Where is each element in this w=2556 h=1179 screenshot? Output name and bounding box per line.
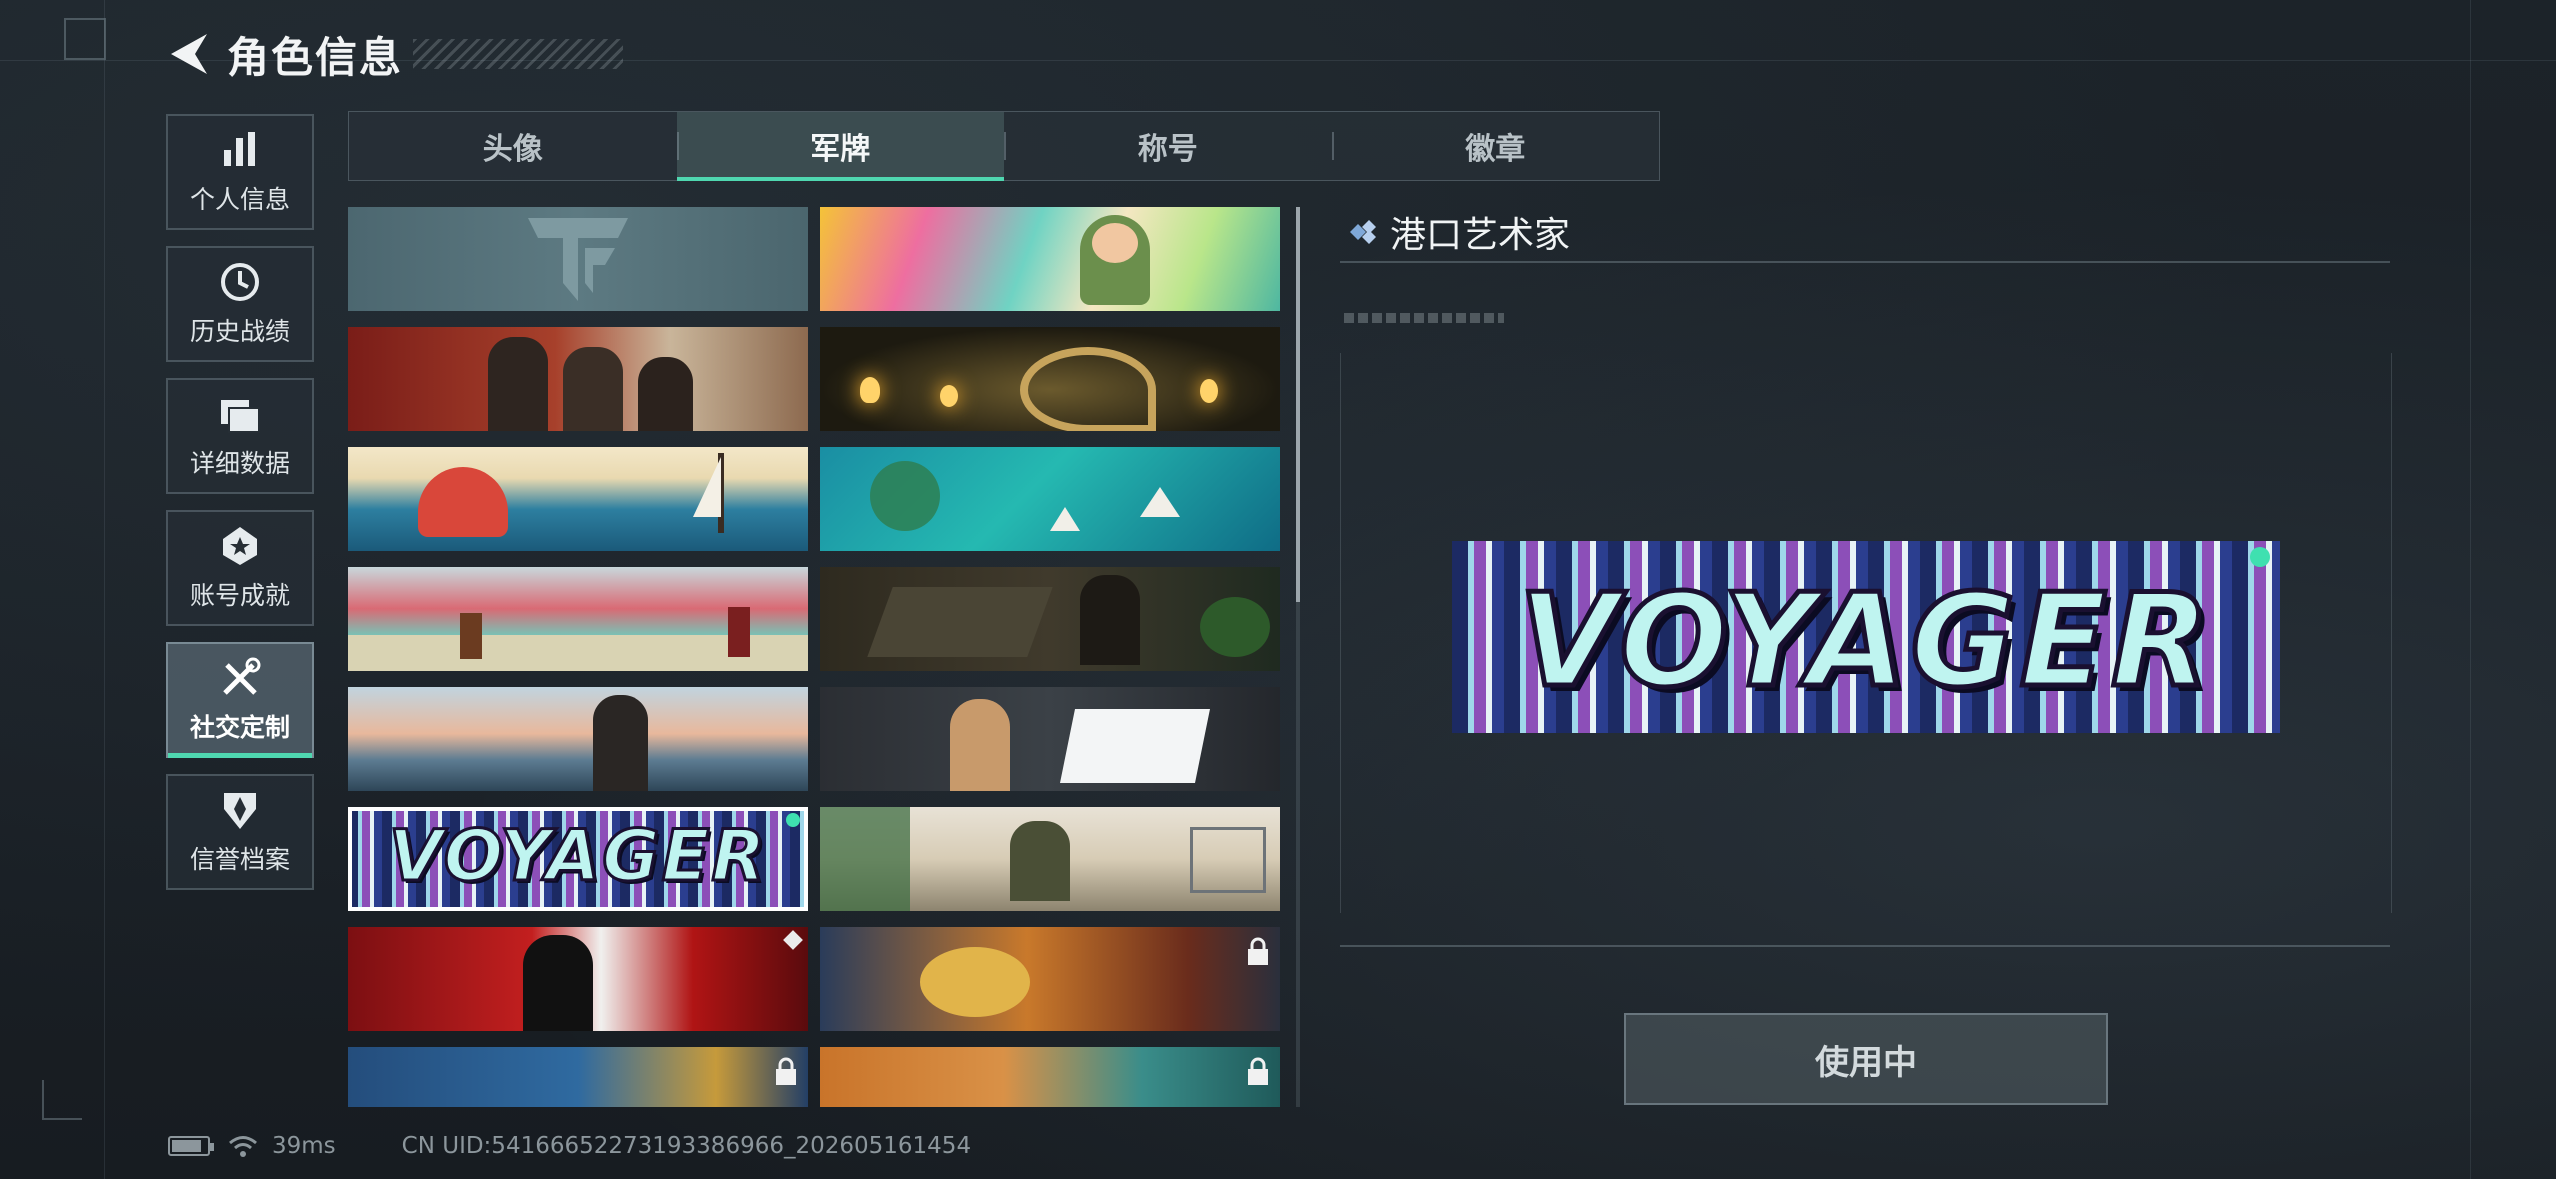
dogtag-list[interactable]: VOYAGER bbox=[348, 207, 1288, 1107]
uid-text: CN UID:5416665227319338696​6_20260516145… bbox=[401, 1133, 972, 1159]
diamond-icon bbox=[1350, 220, 1376, 244]
back-button[interactable] bbox=[165, 27, 213, 81]
dogtag-card[interactable] bbox=[348, 1047, 808, 1107]
wifi-icon bbox=[229, 1136, 257, 1157]
tools-icon bbox=[218, 656, 262, 700]
sidebar-item-achievements[interactable]: 账号成就 bbox=[166, 510, 314, 626]
dogtag-card[interactable] bbox=[820, 567, 1280, 671]
dogtag-preview: VOYAGER bbox=[1452, 541, 2280, 733]
folder-icon bbox=[218, 392, 262, 436]
corner-gem-icon bbox=[786, 813, 800, 827]
grid-line-left bbox=[104, 0, 105, 1179]
sidebar-item-label: 信誉档案 bbox=[189, 845, 290, 874]
dogtag-name: 港口艺术家 bbox=[1390, 215, 1571, 256]
bar-chart-icon bbox=[218, 128, 262, 172]
dogtag-card[interactable] bbox=[820, 207, 1280, 311]
title-decoration bbox=[413, 39, 624, 69]
decorative-code bbox=[1344, 313, 1504, 323]
page-header: 角色信息 bbox=[165, 24, 624, 84]
tab-title[interactable]: 称号 bbox=[1004, 112, 1332, 180]
dogtag-card[interactable] bbox=[348, 207, 808, 311]
grid-line-right bbox=[2470, 0, 2471, 1179]
dogtag-card[interactable] bbox=[820, 687, 1280, 791]
sidebar: 个人信息 历史战绩 详细数据 账号成就 社交定制 信誉档案 bbox=[166, 114, 316, 906]
sidebar-item-reputation[interactable]: 信誉档案 bbox=[166, 774, 314, 890]
lock-icon bbox=[1248, 937, 1268, 965]
title-divider bbox=[1340, 261, 2390, 263]
sidebar-item-label: 个人信息 bbox=[189, 185, 290, 214]
dogtag-card[interactable] bbox=[820, 807, 1280, 911]
corner-gem-icon bbox=[783, 930, 803, 950]
dogtag-card-selected[interactable]: VOYAGER bbox=[348, 807, 808, 911]
lock-icon bbox=[1248, 1057, 1268, 1085]
tab-badge[interactable]: 徽章 bbox=[1331, 112, 1660, 180]
dogtag-card[interactable] bbox=[348, 327, 808, 431]
detail-title-row: 港口艺术家 bbox=[1340, 205, 2390, 259]
status-bar: 39ms CN UID:5416665227319338696​6_202605… bbox=[168, 1126, 971, 1166]
dogtag-card[interactable] bbox=[348, 567, 808, 671]
tab-bar: 头像 军牌 称号 徽章 bbox=[348, 111, 1660, 181]
sidebar-item-label: 社交定制 bbox=[189, 713, 290, 742]
sidebar-item-history[interactable]: 历史战绩 bbox=[166, 246, 314, 362]
sidebar-item-social-custom[interactable]: 社交定制 bbox=[166, 642, 314, 758]
detail-panel: 港口艺术家 VOYAGER bbox=[1340, 205, 2392, 965]
preview-frame-divider bbox=[1340, 945, 2390, 947]
dogtag-card[interactable] bbox=[820, 927, 1280, 1031]
voyager-wordmark: VOYAGER bbox=[387, 814, 768, 899]
dogtag-card[interactable] bbox=[348, 927, 808, 1031]
sidebar-item-detailed-data[interactable]: 详细数据 bbox=[166, 378, 314, 494]
tab-dogtag[interactable]: 军牌 bbox=[676, 112, 1004, 181]
in-use-button[interactable]: 使用中 bbox=[1624, 1013, 2108, 1105]
achievement-icon bbox=[218, 524, 262, 568]
page-title: 角色信息 bbox=[227, 32, 404, 82]
shield-icon bbox=[218, 788, 262, 832]
corner-mark-top-left bbox=[64, 18, 106, 60]
screen: 角色信息 个人信息 历史战绩 详细数据 账号成就 社交定制 信誉档案 头像 军牌… bbox=[0, 0, 2556, 1179]
dogtag-card[interactable] bbox=[820, 1047, 1280, 1107]
dogtag-grid: VOYAGER bbox=[348, 207, 1288, 1107]
sidebar-item-label: 历史战绩 bbox=[189, 317, 290, 346]
lock-icon bbox=[776, 1057, 796, 1085]
sidebar-item-personal-info[interactable]: 个人信息 bbox=[166, 114, 314, 230]
ping-text: 39ms bbox=[272, 1133, 336, 1159]
dogtag-card[interactable] bbox=[820, 327, 1280, 431]
tab-avatar[interactable]: 头像 bbox=[349, 112, 677, 180]
scrollbar-thumb[interactable] bbox=[1296, 207, 1300, 602]
sidebar-item-label: 详细数据 bbox=[189, 449, 290, 478]
battery-level bbox=[172, 1140, 201, 1152]
sidebar-item-label: 账号成就 bbox=[189, 581, 290, 610]
dogtag-card[interactable] bbox=[820, 447, 1280, 551]
clock-history-icon bbox=[218, 260, 262, 304]
corner-mark-bottom-left bbox=[42, 1080, 82, 1120]
voyager-wordmark: VOYAGER bbox=[1516, 565, 2214, 719]
dogtag-card[interactable] bbox=[348, 447, 808, 551]
emblem-icon bbox=[528, 218, 628, 301]
dogtag-card[interactable] bbox=[348, 687, 808, 791]
back-arrow-icon bbox=[171, 34, 207, 74]
corner-gem-icon bbox=[2250, 547, 2270, 567]
battery-icon bbox=[168, 1136, 214, 1156]
